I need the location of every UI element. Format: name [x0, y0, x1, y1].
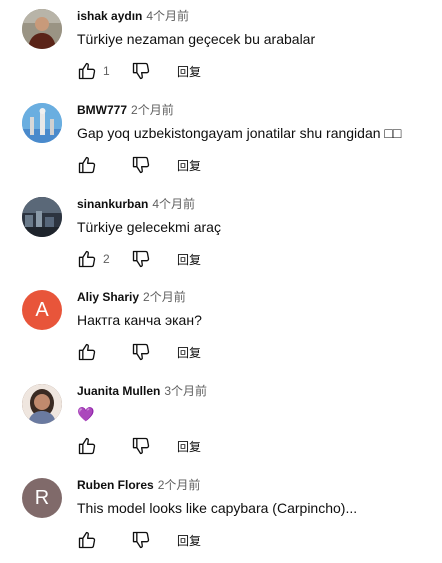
thumb-up-icon [77, 155, 97, 175]
comment-item: A Aliy Shariy 2个月前 Нактга канча экан? 回复 [0, 281, 442, 375]
comment-item: BMW777 2个月前 Gap yoq uzbekistongayam jonati… [0, 94, 442, 188]
author-name[interactable]: ishak aydın [77, 9, 142, 23]
like-button[interactable] [75, 340, 99, 364]
like-button[interactable] [75, 153, 99, 177]
comment-actions: 回复 [75, 528, 201, 552]
thumb-down-icon [131, 530, 151, 550]
thumb-up-icon [77, 342, 97, 362]
avatar[interactable]: R [22, 478, 62, 518]
comment-actions: 1 回复 [75, 59, 201, 83]
like-count: 1 [103, 64, 110, 78]
like-button[interactable] [75, 434, 99, 458]
comment-text: Türkiye nezaman geçecek bu arabalar [77, 31, 316, 47]
comment-timestamp[interactable]: 4个月前 [146, 9, 189, 23]
reply-button[interactable]: 回复 [177, 532, 201, 549]
comment-header: sinankurban 4个月前 [77, 195, 195, 213]
comment-timestamp[interactable]: 4个月前 [152, 197, 195, 211]
thumb-up-icon [77, 436, 97, 456]
comment-text: Türkiye gelecekmi araç [77, 219, 221, 235]
comment-timestamp[interactable]: 2个月前 [131, 103, 174, 117]
author-name[interactable]: Aliy Shariy [77, 290, 139, 304]
avatar-letter: R [34, 486, 50, 509]
thumb-down-icon [131, 155, 151, 175]
dislike-button[interactable] [129, 153, 153, 177]
avatar[interactable] [22, 103, 62, 143]
reply-button[interactable]: 回复 [177, 251, 201, 268]
comment-actions: 回复 [75, 434, 201, 458]
comment-header: BMW777 2个月前 [77, 101, 174, 119]
reply-button[interactable]: 回复 [177, 438, 201, 455]
like-button[interactable] [75, 528, 99, 552]
like-count: 2 [103, 252, 110, 266]
comment-actions: 回复 [75, 153, 201, 177]
avatar-letter: A [35, 298, 49, 321]
comment-text: Нактга канча экан? [77, 312, 202, 328]
avatar[interactable]: A [22, 290, 62, 330]
thumb-down-icon [131, 436, 151, 456]
comment-header: Aliy Shariy 2个月前 [77, 288, 186, 306]
reply-button[interactable]: 回复 [177, 344, 201, 361]
reply-button[interactable]: 回复 [177, 63, 201, 80]
comment-item: Juanita Mullen 3个月前 💜 回复 [0, 375, 442, 469]
comment-timestamp[interactable]: 3个月前 [164, 384, 207, 398]
comment-actions: 2 回复 [75, 247, 201, 271]
comment-header: ishak aydın 4个月前 [77, 7, 189, 25]
avatar[interactable] [22, 197, 62, 237]
thumb-down-icon [131, 342, 151, 362]
avatar[interactable] [22, 9, 62, 49]
comment-text: 💜 [77, 406, 95, 422]
thumb-up-icon [77, 61, 97, 81]
dislike-button[interactable] [129, 528, 153, 552]
thumb-up-icon [77, 530, 97, 550]
comment-text: Gap yoq uzbekistongayam jonatilar shu ra… [77, 125, 402, 141]
thumb-down-icon [131, 249, 151, 269]
author-name[interactable]: Juanita Mullen [77, 384, 160, 398]
like-button[interactable] [75, 59, 99, 83]
thumb-down-icon [131, 61, 151, 81]
comment-item: R Ruben Flores 2个月前 This model looks like c… [0, 469, 442, 563]
dislike-button[interactable] [129, 340, 153, 364]
author-name[interactable]: Ruben Flores [77, 478, 154, 492]
comment-text: This model looks like capybara (Carpinch… [77, 500, 358, 516]
like-button[interactable] [75, 247, 99, 271]
author-name[interactable]: sinankurban [77, 197, 148, 211]
comment-header: Ruben Flores 2个月前 [77, 476, 200, 494]
reply-button[interactable]: 回复 [177, 157, 201, 174]
comment-timestamp[interactable]: 2个月前 [158, 478, 201, 492]
comment-header: Juanita Mullen 3个月前 [77, 382, 207, 400]
comment-timestamp[interactable]: 2个月前 [143, 290, 186, 304]
comment-item: sinankurban 4个月前 Türkiye gelecekmi araç 2 回复 [0, 188, 442, 282]
dislike-button[interactable] [129, 59, 153, 83]
dislike-button[interactable] [129, 247, 153, 271]
comment-item: ishak aydın 4个月前 Türkiye nezaman geçecek b… [0, 0, 442, 94]
thumb-up-icon [77, 249, 97, 269]
dislike-button[interactable] [129, 434, 153, 458]
author-name[interactable]: BMW777 [77, 103, 127, 117]
comment-actions: 回复 [75, 340, 201, 364]
avatar[interactable] [22, 384, 62, 424]
